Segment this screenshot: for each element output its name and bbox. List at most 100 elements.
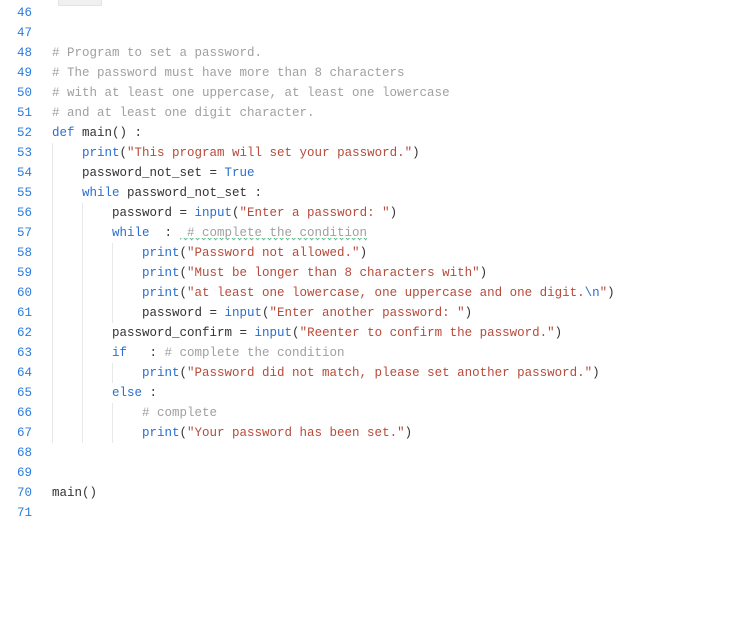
code-token: input: [195, 206, 233, 220]
code-line[interactable]: print("Password not allowed."): [52, 243, 750, 263]
code-token: "Must be longer than 8 characters with": [187, 266, 480, 280]
line-number: 64: [0, 363, 40, 383]
line-number: 51: [0, 103, 40, 123]
line-number: 67: [0, 423, 40, 443]
line-number: 70: [0, 483, 40, 503]
code-line[interactable]: print("Password did not match, please se…: [52, 363, 750, 383]
code-line[interactable]: while : # complete the condition: [52, 223, 750, 243]
code-line[interactable]: # Program to set a password.: [52, 43, 750, 63]
indent-guide: [82, 223, 83, 243]
code-line[interactable]: [52, 463, 750, 483]
code-line[interactable]: def main() :: [52, 123, 750, 143]
code-line[interactable]: # and at least one digit character.: [52, 103, 750, 123]
indent-guide: [82, 263, 83, 283]
code-token: ): [607, 286, 615, 300]
line-number: 54: [0, 163, 40, 183]
line-number: 65: [0, 383, 40, 403]
code-line[interactable]: password_not_set = True: [52, 163, 750, 183]
indent-guide: [52, 243, 53, 263]
indent-guide: [112, 403, 113, 423]
code-token: ): [412, 146, 420, 160]
code-token: print: [82, 146, 120, 160]
line-number: 60: [0, 283, 40, 303]
code-token: while: [82, 186, 120, 200]
code-line[interactable]: password = input("Enter a password: "): [52, 203, 750, 223]
code-token: # complete the condition: [180, 226, 368, 241]
code-token: ): [555, 326, 563, 340]
code-token: "Reenter to confirm the password.": [300, 326, 555, 340]
indent-guide: [112, 263, 113, 283]
code-line[interactable]: while password_not_set :: [52, 183, 750, 203]
code-editor[interactable]: 4647484950515253545556575859606162636465…: [0, 0, 750, 638]
code-token: (: [180, 426, 188, 440]
code-line[interactable]: [52, 503, 750, 523]
line-number: 49: [0, 63, 40, 83]
line-number: 57: [0, 223, 40, 243]
code-token: "Enter a password: ": [240, 206, 390, 220]
indent-guide: [112, 363, 113, 383]
code-token: :: [142, 386, 157, 400]
code-token: ): [592, 366, 600, 380]
code-line[interactable]: # The password must have more than 8 cha…: [52, 63, 750, 83]
indent-guide: [52, 203, 53, 223]
code-token: password_not_set :: [120, 186, 263, 200]
code-token: print: [142, 266, 180, 280]
code-line[interactable]: print("Must be longer than 8 characters …: [52, 263, 750, 283]
indent-guide: [112, 283, 113, 303]
code-token: main: [82, 126, 112, 140]
indent-guide: [112, 303, 113, 323]
code-token: ): [390, 206, 398, 220]
code-line[interactable]: if : # complete the condition: [52, 343, 750, 363]
code-line[interactable]: print("Your password has been set."): [52, 423, 750, 443]
code-token: print: [142, 366, 180, 380]
code-line[interactable]: [52, 443, 750, 463]
line-number: 46: [0, 3, 40, 23]
code-token: # complete: [142, 406, 217, 420]
code-line[interactable]: else :: [52, 383, 750, 403]
line-number: 56: [0, 203, 40, 223]
code-token: password =: [142, 306, 225, 320]
code-token: while: [112, 226, 150, 240]
line-number: 58: [0, 243, 40, 263]
code-line[interactable]: main(): [52, 483, 750, 503]
line-number: 52: [0, 123, 40, 143]
code-area[interactable]: # Program to set a password. # The passwo…: [40, 0, 750, 638]
code-token: # complete the condition: [165, 346, 345, 360]
code-line[interactable]: password_confirm = input("Reenter to con…: [52, 323, 750, 343]
code-line[interactable]: [52, 23, 750, 43]
code-token: (: [232, 206, 240, 220]
code-line[interactable]: print("at least one lowercase, one upper…: [52, 283, 750, 303]
indent-guide: [52, 403, 53, 423]
code-token: ): [405, 426, 413, 440]
code-line[interactable]: # complete: [52, 403, 750, 423]
line-number: 53: [0, 143, 40, 163]
code-token: # The password must have more than 8 cha…: [52, 66, 405, 80]
code-token: "Your password has been set.": [187, 426, 405, 440]
line-number: 61: [0, 303, 40, 323]
code-line[interactable]: [52, 3, 750, 23]
code-token: "Enter another password: ": [270, 306, 465, 320]
indent-guide: [82, 323, 83, 343]
code-token: :: [127, 346, 165, 360]
code-token: print: [142, 426, 180, 440]
indent-guide: [82, 343, 83, 363]
code-token: else: [112, 386, 142, 400]
code-line[interactable]: password = input("Enter another password…: [52, 303, 750, 323]
code-line[interactable]: # with at least one uppercase, at least …: [52, 83, 750, 103]
code-token: "Password did not match, please set anot…: [187, 366, 592, 380]
code-token: # and at least one digit character.: [52, 106, 315, 120]
code-token: () :: [112, 126, 142, 140]
code-token: main(): [52, 486, 97, 500]
code-token: "This program will set your password.": [127, 146, 412, 160]
line-number: 59: [0, 263, 40, 283]
code-token: True: [225, 166, 255, 180]
indent-guide: [82, 383, 83, 403]
code-token: (: [180, 366, 188, 380]
indent-guide: [52, 303, 53, 323]
line-number: 50: [0, 83, 40, 103]
code-token: # with at least one uppercase, at least …: [52, 86, 450, 100]
code-token: ": [600, 286, 608, 300]
indent-guide: [82, 243, 83, 263]
code-line[interactable]: print("This program will set your passwo…: [52, 143, 750, 163]
indent-guide: [52, 223, 53, 243]
